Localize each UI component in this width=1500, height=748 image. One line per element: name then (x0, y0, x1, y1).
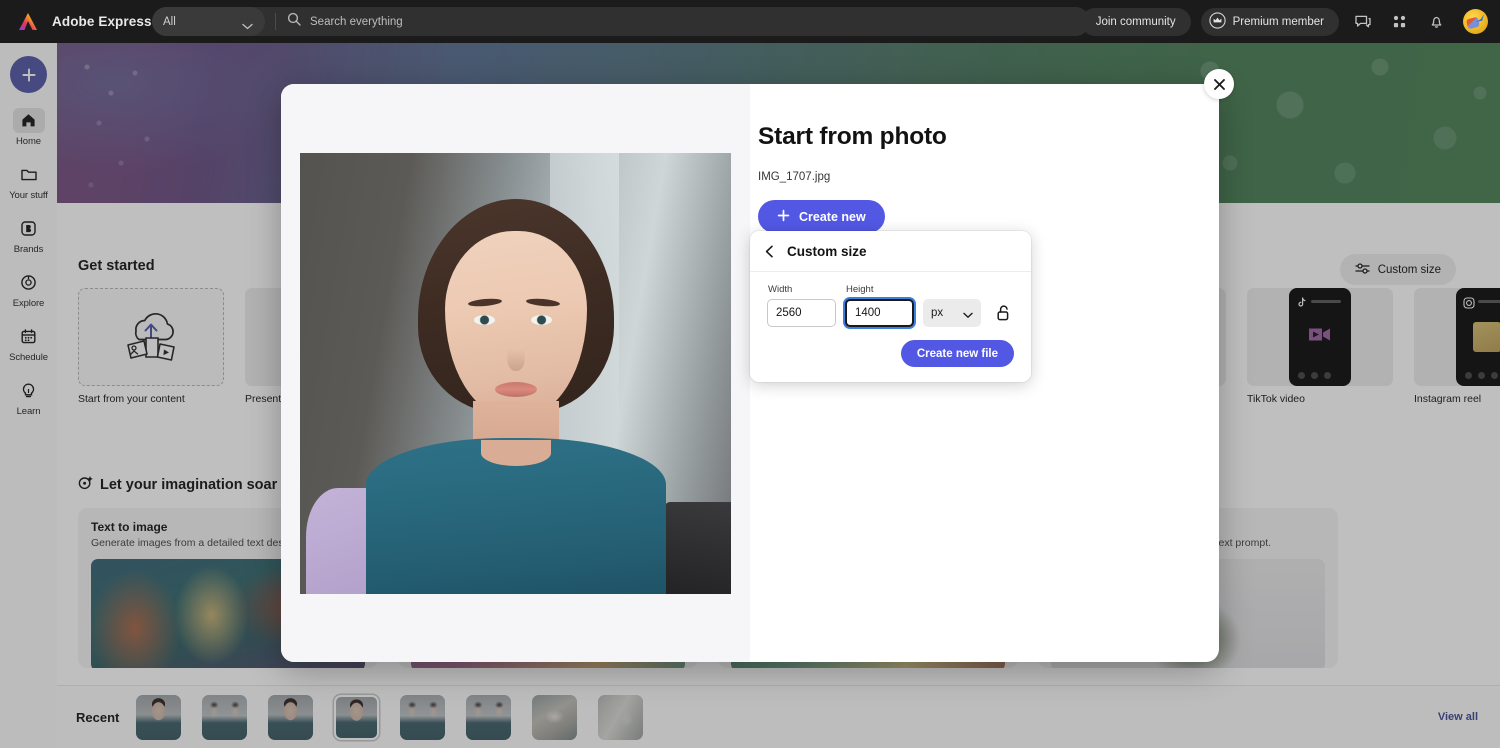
chevron-left-icon[interactable] (763, 244, 776, 259)
width-label: Width (768, 284, 836, 295)
divider (275, 13, 276, 30)
avatar[interactable] (1463, 9, 1488, 34)
top-header-bar: Adobe Express All Search everything Join… (0, 0, 1500, 43)
custom-size-title: Custom size (787, 244, 867, 259)
height-field-group: Height (845, 284, 914, 327)
chevron-down-icon (242, 17, 253, 35)
photo-preview-panel (281, 84, 750, 662)
close-icon (1213, 78, 1226, 91)
search-scope-dropdown[interactable]: All (152, 7, 265, 36)
join-community-button[interactable]: Join community (1081, 8, 1191, 36)
app-grid-icon[interactable] (1386, 8, 1413, 35)
crown-badge-icon (1209, 12, 1226, 32)
create-new-button[interactable]: Create new (758, 200, 885, 233)
source-filename: IMG_1707.jpg (758, 171, 1219, 183)
width-field-group: Width (767, 284, 836, 327)
brand-name: Adobe Express (52, 14, 152, 29)
create-new-label: Create new (799, 210, 866, 224)
chevron-down-icon (963, 310, 973, 322)
adobe-express-app: Adobe Express All Search everything Join… (0, 0, 1500, 748)
close-dialog-button[interactable] (1204, 69, 1234, 99)
custom-size-header: Custom size (750, 231, 1031, 272)
height-label: Height (846, 284, 914, 295)
custom-size-actions: Create new file (767, 340, 1018, 367)
search-bar[interactable]: All Search everything (152, 7, 1090, 36)
height-input[interactable] (845, 299, 914, 327)
adobe-express-logo-icon[interactable] (15, 9, 41, 35)
unlocked-padlock-icon[interactable] (993, 299, 1013, 327)
custom-size-popover: Custom size Width Height px (750, 231, 1031, 382)
dialog-content-panel: Start from photo IMG_1707.jpg Create new… (750, 84, 1219, 662)
unit-select[interactable]: px (923, 299, 981, 327)
bell-icon[interactable] (1423, 8, 1450, 35)
search-icon (287, 12, 301, 31)
width-input[interactable] (767, 299, 836, 327)
search-input[interactable]: Search everything (310, 16, 403, 28)
header-actions: Join community Premium member (1081, 0, 1488, 43)
create-new-file-button[interactable]: Create new file (901, 340, 1014, 367)
premium-member-label: Premium member (1233, 16, 1324, 28)
dimension-fields: Width Height px (767, 284, 1018, 327)
plus-icon (777, 209, 790, 225)
custom-size-body: Width Height px (750, 272, 1031, 382)
photo-preview (300, 153, 731, 594)
premium-member-button[interactable]: Premium member (1201, 8, 1339, 36)
start-from-photo-dialog: Start from photo IMG_1707.jpg Create new… (281, 84, 1219, 662)
feedback-chat-icon[interactable] (1349, 8, 1376, 35)
unit-select-value: px (931, 307, 943, 319)
dialog-heading: Start from photo (758, 123, 1219, 151)
search-scope-label: All (163, 16, 176, 28)
